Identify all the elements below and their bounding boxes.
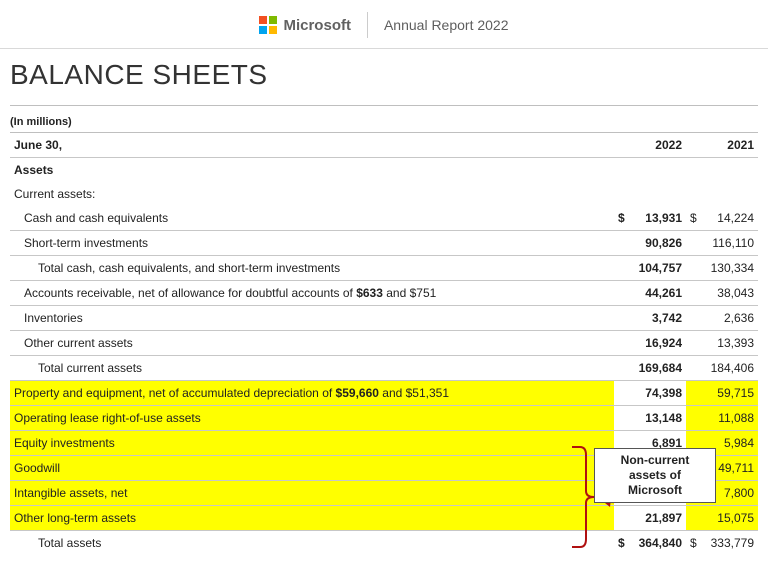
row-label-bold: $59,660 — [336, 386, 379, 400]
row-label: Total assets — [10, 531, 614, 556]
value-2022: 13,148 — [626, 406, 686, 431]
value-2021: 184,406 — [698, 356, 758, 381]
column-header-2022: 2022 — [626, 133, 686, 158]
table-row-total: Total assets $ 364,840 $ 333,779 — [10, 531, 758, 556]
table-row-subtotal: Total cash, cash equivalents, and short-… — [10, 256, 758, 281]
value-2021: 116,110 — [698, 231, 758, 256]
header-rule — [0, 48, 768, 49]
value-2022: 104,757 — [626, 256, 686, 281]
currency-symbol: $ — [614, 206, 626, 231]
row-label-text: and $751 — [383, 286, 436, 300]
currency-symbol: $ — [686, 531, 698, 556]
header-divider — [367, 12, 368, 38]
table-row-highlighted: Other long-term assets 21,897 15,075 — [10, 506, 758, 531]
row-label: Other long-term assets — [10, 506, 614, 531]
row-label: Equity investments — [10, 431, 614, 456]
value-2022: 3,742 — [626, 306, 686, 331]
annotation-callout: Non-current assets of Microsoft — [594, 448, 716, 503]
table-row: Accounts receivable, net of allowance fo… — [10, 281, 758, 306]
row-label: Total current assets — [10, 356, 614, 381]
currency-symbol: $ — [686, 206, 698, 231]
row-label: Goodwill — [10, 456, 614, 481]
table-row-date: June 30, 2022 2021 — [10, 133, 758, 158]
table-row-current-assets-heading: Current assets: — [10, 182, 758, 206]
row-label: Short-term investments — [10, 231, 614, 256]
page-title: BALANCE SHEETS — [10, 59, 758, 91]
value-2021: 14,224 — [698, 206, 758, 231]
row-label: Intangible assets, net — [10, 481, 614, 506]
title-rule — [10, 105, 758, 106]
microsoft-logo-icon — [259, 16, 277, 34]
row-label-text: and $51,351 — [379, 386, 449, 400]
value-2022: 16,924 — [626, 331, 686, 356]
table-row-highlighted: Operating lease right-of-use assets 13,1… — [10, 406, 758, 431]
table-row-subtotal: Total current assets 169,684 184,406 — [10, 356, 758, 381]
value-2022: 74,398 — [626, 381, 686, 406]
value-2021: 11,088 — [698, 406, 758, 431]
brand-name: Microsoft — [283, 17, 351, 34]
row-label: Other current assets — [10, 331, 614, 356]
table-row: Other current assets 16,924 13,393 — [10, 331, 758, 356]
value-2021: 59,715 — [698, 381, 758, 406]
currency-symbol: $ — [614, 531, 626, 556]
row-label: Operating lease right-of-use assets — [10, 406, 614, 431]
page-header: Microsoft Annual Report 2022 — [0, 0, 768, 44]
value-2021: 2,636 — [698, 306, 758, 331]
value-2022: 169,684 — [626, 356, 686, 381]
date-label: June 30, — [10, 133, 614, 158]
row-label: Cash and cash equivalents — [10, 206, 614, 231]
row-label: Property and equipment, net of accumulat… — [10, 381, 614, 406]
value-2022: 21,897 — [626, 506, 686, 531]
row-label-text: Accounts receivable, net of allowance fo… — [24, 286, 356, 300]
value-2021: 13,393 — [698, 331, 758, 356]
value-2022: 13,931 — [626, 206, 686, 231]
table-row: Cash and cash equivalents $ 13,931 $ 14,… — [10, 206, 758, 231]
row-label: Accounts receivable, net of allowance fo… — [10, 281, 614, 306]
row-label-bold: $633 — [356, 286, 383, 300]
table-row-highlighted: Property and equipment, net of accumulat… — [10, 381, 758, 406]
value-2021: 333,779 — [698, 531, 758, 556]
report-title: Annual Report 2022 — [384, 17, 509, 33]
value-2021: 15,075 — [698, 506, 758, 531]
row-label: Inventories — [10, 306, 614, 331]
current-assets-heading: Current assets: — [10, 182, 758, 206]
value-2022: 364,840 — [626, 531, 686, 556]
row-label-text: Property and equipment, net of accumulat… — [14, 386, 336, 400]
value-2022: 90,826 — [626, 231, 686, 256]
value-2021: 38,043 — [698, 281, 758, 306]
value-2022: 44,261 — [626, 281, 686, 306]
column-header-2021: 2021 — [698, 133, 758, 158]
table-row: Short-term investments 90,826 116,110 — [10, 231, 758, 256]
assets-heading: Assets — [10, 158, 758, 183]
value-2021: 130,334 — [698, 256, 758, 281]
row-label: Total cash, cash equivalents, and short-… — [10, 256, 614, 281]
table-row-assets-heading: Assets — [10, 158, 758, 183]
unit-note: (In millions) — [10, 116, 758, 128]
table-row: Inventories 3,742 2,636 — [10, 306, 758, 331]
